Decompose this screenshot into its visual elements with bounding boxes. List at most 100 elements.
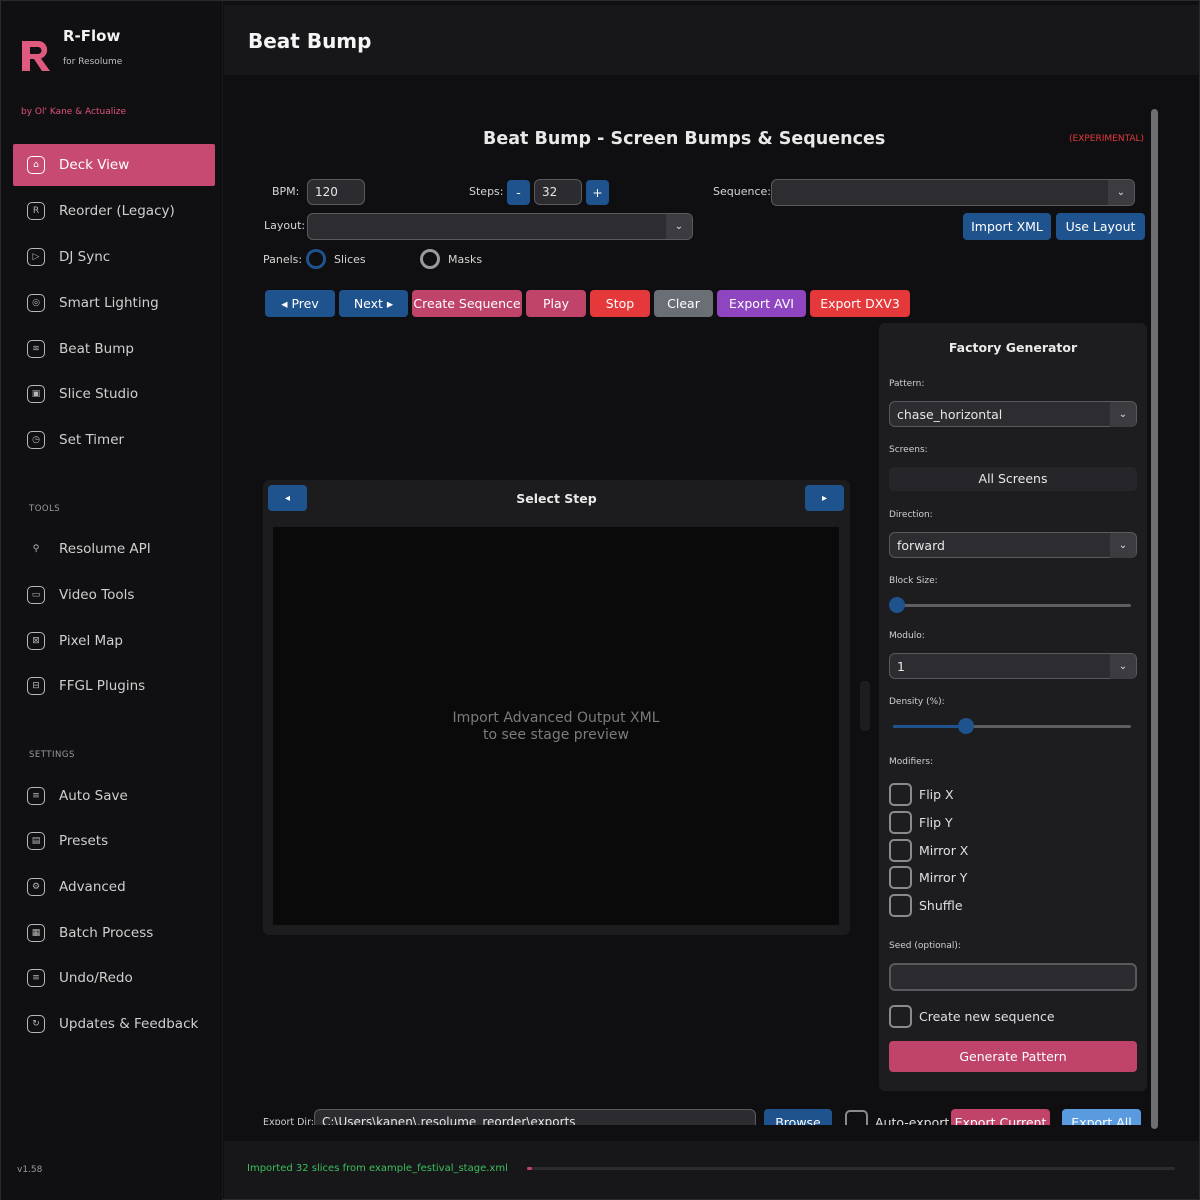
sidebar-item-set-timer[interactable]: ◷ Set Timer [13,419,215,461]
create-new-sequence-checkbox[interactable] [889,1005,912,1028]
stage-placeholder-line1: Import Advanced Output XML [452,710,660,726]
seed-input[interactable] [889,963,1137,991]
panels-slices-radio[interactable] [306,249,326,269]
block-size-slider[interactable] [893,604,1131,607]
sidebar-item-video-tools[interactable]: ▭ Video Tools [13,574,215,616]
layout-select[interactable]: ⌄ [307,213,693,240]
sidebar-item-smart-lighting[interactable]: ◎ Smart Lighting [13,282,215,324]
step-next-button[interactable]: ▸ [805,485,844,511]
sidebar-item-label: Slice Studio [59,386,139,402]
play-button[interactable]: Play [526,290,586,317]
sidebar-item-beat-bump[interactable]: ≋ Beat Bump [13,328,215,370]
sidebar-item-label: Deck View [59,157,130,173]
flip-y-checkbox[interactable] [889,811,912,834]
block-size-slider-knob[interactable] [889,597,905,613]
create-new-sequence-label: Create new sequence [919,1009,1055,1024]
steps-decrement-button[interactable]: - [507,180,530,205]
r-flow-logo [22,41,50,71]
density-slider-knob[interactable] [958,718,974,734]
sidebar-item-auto-save[interactable]: ≡ Auto Save [13,775,215,817]
sidebar-item-resolume-api[interactable]: ⚲ Resolume API [13,528,215,570]
sidebar-item-updates-feedback[interactable]: ↻ Updates & Feedback [13,1003,215,1045]
stop-button[interactable]: Stop [590,290,650,317]
export-current-button[interactable]: Export Current [951,1109,1050,1125]
presets-icon: ▤ [27,832,45,850]
bpm-input[interactable]: 120 [307,179,365,205]
sidebar-item-ffgl-plugins[interactable]: ⊟ FFGL Plugins [13,665,215,707]
panels-slices-label: Slices [334,253,366,266]
direction-value: forward [897,538,945,553]
app-window: R-Flow for Resolume by Ol' Kane & Actual… [0,0,1200,1200]
mirror-y-checkbox[interactable] [889,866,912,889]
pattern-value: chase_horizontal [897,407,1003,422]
sidebar-item-pixel-map[interactable]: ⊠ Pixel Map [13,620,215,662]
create-sequence-button[interactable]: Create Sequence [412,290,522,317]
export-dir-input[interactable]: C:\Users\kanen\.resolume_reorder\exports [314,1109,756,1125]
sidebar: R-Flow for Resolume by Ol' Kane & Actual… [1,1,223,1200]
prev-button[interactable]: ◂ Prev [265,290,335,317]
status-progress-bar [527,1167,1175,1170]
sequence-select[interactable]: ⌄ [771,179,1135,206]
import-xml-button[interactable]: Import XML [963,213,1051,240]
undo-icon: ≡ [27,969,45,987]
density-slider-fill [893,725,966,728]
page-header: Beat Bump [224,5,1199,75]
steps-input[interactable]: 32 [534,179,582,205]
brand-byline: by Ol' Kane & Actualize [21,107,127,117]
sidebar-item-label: Auto Save [59,788,128,804]
bpm-label: BPM: [272,185,300,198]
flip-x-checkbox[interactable] [889,783,912,806]
panels-masks-label: Masks [448,253,483,266]
brand-name: R-Flow [63,27,121,45]
browse-button[interactable]: Browse [764,1109,832,1125]
sidebar-item-advanced[interactable]: ⚙ Advanced [13,866,215,908]
modulo-select[interactable]: 1 ⌄ [889,653,1137,679]
splitter-handle[interactable] [860,681,870,731]
chevron-down-icon: ⌄ [666,214,692,239]
auto-save-icon: ≡ [27,787,45,805]
use-layout-button[interactable]: Use Layout [1056,213,1145,240]
sidebar-item-deck-view[interactable]: ⌂ Deck View [13,144,215,186]
mirror-x-checkbox[interactable] [889,839,912,862]
tools-section-label: TOOLS [29,504,61,514]
sidebar-item-batch-process[interactable]: ▦ Batch Process [13,912,215,954]
version-label: v1.58 [17,1165,43,1175]
direction-select[interactable]: forward ⌄ [889,532,1137,558]
sidebar-item-reorder[interactable]: R Reorder (Legacy) [13,190,215,232]
modifiers-label: Modifiers: [889,757,934,767]
shuffle-checkbox[interactable] [889,894,912,917]
mirror-x-label: Mirror X [919,843,969,858]
auto-export-checkbox[interactable] [845,1110,868,1125]
step-selector-panel: ◂ Select Step ▸ Import Advanced Output X… [263,480,850,935]
chevron-down-icon: ⌄ [1110,533,1136,558]
sidebar-item-undo-redo[interactable]: ≡ Undo/Redo [13,957,215,999]
pattern-label: Pattern: [889,379,925,389]
export-all-button[interactable]: Export All [1062,1109,1141,1125]
steps-increment-button[interactable]: + [586,180,609,205]
advanced-icon: ⚙ [27,878,45,896]
sidebar-item-presets[interactable]: ▤ Presets [13,820,215,862]
stage-preview[interactable]: Import Advanced Output XML to see stage … [273,527,839,925]
slice-icon: ▣ [27,385,45,403]
sidebar-item-label: Updates & Feedback [59,1016,199,1032]
sidebar-item-dj-sync[interactable]: ▷ DJ Sync [13,236,215,278]
clear-button[interactable]: Clear [654,290,713,317]
export-dxv3-button[interactable]: Export DXV3 [810,290,910,317]
chevron-down-icon: ⌄ [1108,180,1134,205]
screens-selector[interactable]: All Screens [889,467,1137,491]
main-scrollbar[interactable] [1151,109,1158,1129]
shuffle-label: Shuffle [919,898,963,913]
timer-icon: ◷ [27,431,45,449]
export-avi-button[interactable]: Export AVI [717,290,806,317]
api-icon: ⚲ [32,544,40,554]
panels-masks-radio[interactable] [420,249,440,269]
next-button[interactable]: Next ▸ [339,290,408,317]
generate-pattern-button[interactable]: Generate Pattern [889,1041,1137,1072]
sidebar-item-label: Batch Process [59,925,154,941]
pattern-select[interactable]: chase_horizontal ⌄ [889,401,1137,427]
sidebar-item-label: Resolume API [59,541,151,557]
sidebar-item-slice-studio[interactable]: ▣ Slice Studio [13,373,215,415]
dj-sync-icon: ▷ [27,248,45,266]
status-progress-fill [527,1167,532,1170]
sidebar-item-label: Beat Bump [59,341,134,357]
